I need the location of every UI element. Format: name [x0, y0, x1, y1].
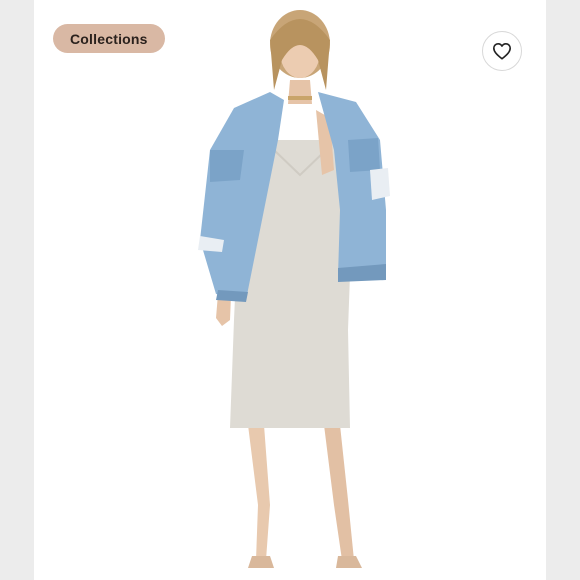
- like-button[interactable]: [482, 31, 522, 71]
- collections-label: Collections: [70, 30, 148, 47]
- heart-icon: [493, 42, 511, 60]
- collections-badge[interactable]: Collections: [53, 24, 165, 53]
- necklace: [288, 96, 312, 100]
- product-photo[interactable]: [34, 0, 546, 580]
- sandal-right: [336, 556, 362, 568]
- model-neck: [288, 80, 312, 104]
- model-leg-left: [248, 425, 270, 560]
- model-leg-right: [324, 425, 354, 560]
- sandal-left: [248, 556, 274, 568]
- image-left-margin: [0, 0, 34, 580]
- image-right-margin: [546, 0, 580, 580]
